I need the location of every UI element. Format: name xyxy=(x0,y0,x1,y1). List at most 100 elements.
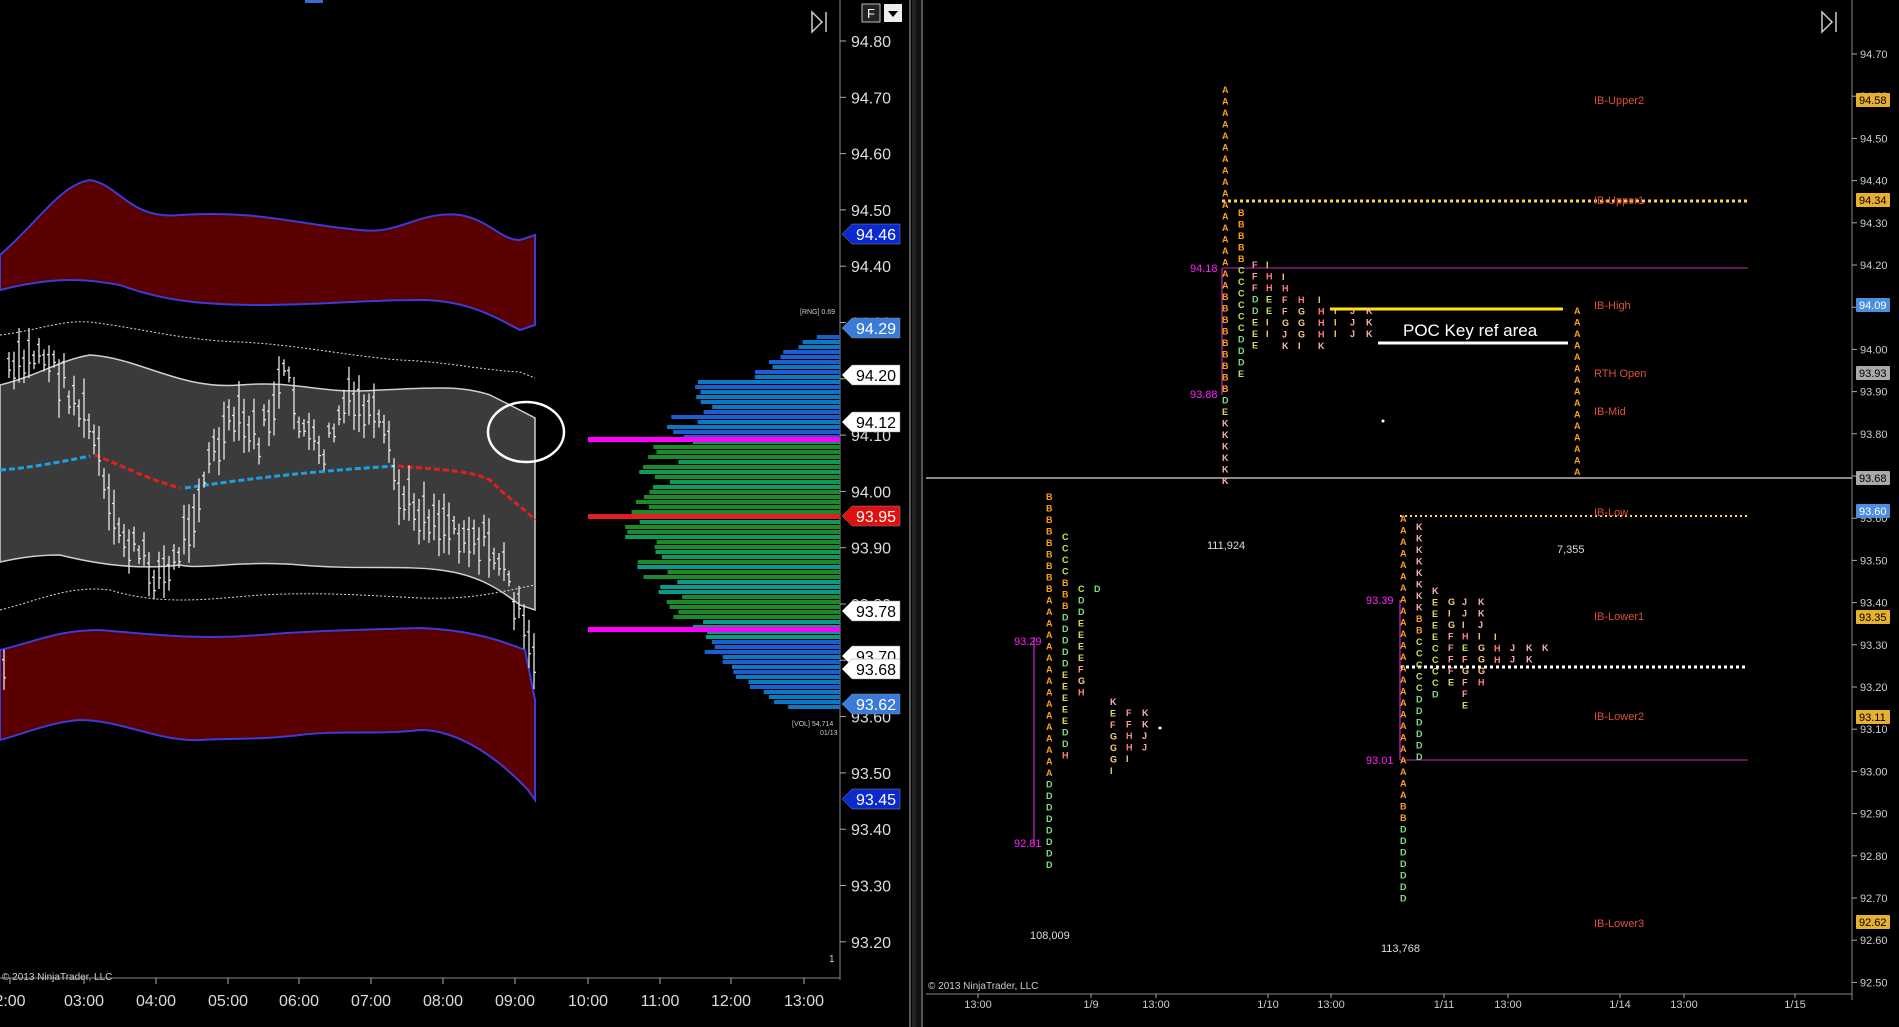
svg-text:F: F xyxy=(1126,708,1132,718)
svg-text:E: E xyxy=(1078,642,1084,652)
price-marker-label: 93.62 xyxy=(856,697,896,714)
svg-text:C: C xyxy=(1432,678,1439,688)
svg-text:H: H xyxy=(1318,330,1325,340)
svg-text:K: K xyxy=(1478,597,1485,607)
profile-volume-label: 7,355 xyxy=(1557,544,1585,556)
svg-text:K: K xyxy=(1478,609,1485,619)
svg-text:D: D xyxy=(1416,695,1423,705)
right-time-axis[interactable]: 13:00 1/9 13:00 1/10 13:00 1/11 13:00 1/14 13:00… xyxy=(964,994,1806,1011)
profile-price-label: 93.39 xyxy=(1366,595,1394,607)
svg-text:G: G xyxy=(1478,655,1485,665)
svg-text:E: E xyxy=(1062,682,1068,692)
svg-text:D: D xyxy=(1046,803,1053,813)
svg-text:D: D xyxy=(1062,739,1069,749)
time-tick-label: 13:00 xyxy=(1317,999,1345,1011)
svg-text:D: D xyxy=(1400,894,1407,904)
svg-text:E: E xyxy=(1078,619,1084,629)
price-tick-label: 94.00 xyxy=(851,484,891,501)
right-chart[interactable]: POC Key ref area AAAAAAAAAAAAAAAAAABBBBB… xyxy=(926,0,1890,1011)
svg-text:K: K xyxy=(1432,586,1439,596)
svg-text:A: A xyxy=(1400,733,1407,743)
time-tick-label: 13:00 xyxy=(1494,999,1522,1011)
svg-text:A: A xyxy=(1400,698,1407,708)
svg-text:E: E xyxy=(1252,329,1258,339)
svg-text:K: K xyxy=(1416,568,1423,578)
price-tick-label: 92.60 xyxy=(1860,935,1888,947)
svg-text:D: D xyxy=(1416,752,1423,762)
svg-text:C: C xyxy=(1416,637,1423,647)
svg-text:A: A xyxy=(1222,166,1229,176)
svg-text:H: H xyxy=(1478,678,1485,688)
svg-text:D: D xyxy=(1062,636,1069,646)
svg-text:J: J xyxy=(1510,655,1515,665)
ib-level-label: IB-Lower3 xyxy=(1594,918,1644,930)
svg-text:E: E xyxy=(1238,369,1244,379)
svg-text:C: C xyxy=(1238,300,1245,310)
svg-text:C: C xyxy=(1432,655,1439,665)
svg-text:H: H xyxy=(1062,751,1069,761)
svg-text:B: B xyxy=(1238,231,1245,241)
svg-text:A: A xyxy=(1400,629,1407,639)
svg-text:A: A xyxy=(1046,757,1053,767)
svg-text:D: D xyxy=(1238,346,1245,356)
svg-text:A: A xyxy=(1046,607,1053,617)
svg-text:A: A xyxy=(1400,652,1407,662)
svg-text:E: E xyxy=(1222,407,1228,417)
svg-text:H: H xyxy=(1078,688,1085,698)
time-tick-label: 03:00 xyxy=(64,993,104,1010)
svg-text:I: I xyxy=(1298,341,1301,351)
svg-text:A: A xyxy=(1574,433,1581,443)
svg-text:A: A xyxy=(1400,756,1407,766)
profile-volume-label: 108,009 xyxy=(1030,930,1070,942)
svg-text:H: H xyxy=(1298,295,1305,305)
price-marker-label: 93.93 xyxy=(1859,368,1887,380)
svg-text:A: A xyxy=(1222,189,1229,199)
svg-text:G: G xyxy=(1448,620,1455,630)
svg-text:A: A xyxy=(1574,398,1581,408)
price-marker-label: 93.60 xyxy=(1859,506,1887,518)
price-marker: 93.95 xyxy=(841,505,901,527)
range-label: [RNG] 0.69 xyxy=(800,309,835,316)
price-marker-label: 93.45 xyxy=(856,792,896,809)
svg-text:K: K xyxy=(1416,522,1423,532)
svg-text:A: A xyxy=(1400,560,1407,570)
svg-text:K: K xyxy=(1282,341,1289,351)
svg-text:B: B xyxy=(1222,350,1229,360)
svg-text:F: F xyxy=(1282,307,1288,317)
svg-text:A: A xyxy=(1222,258,1229,268)
time-tick-label: 1/9 xyxy=(1083,999,1098,1011)
svg-text:B: B xyxy=(1416,614,1423,624)
svg-text:A: A xyxy=(1222,281,1229,291)
right-scroll-end-icon[interactable] xyxy=(1821,10,1837,34)
price-marker: 93.62 xyxy=(841,693,901,715)
value-area-high-line xyxy=(588,437,840,442)
svg-text:D: D xyxy=(1062,659,1069,669)
svg-text:A: A xyxy=(1400,572,1407,582)
svg-text:D: D xyxy=(1046,849,1053,859)
svg-text:A: A xyxy=(1046,699,1053,709)
right-price-axis[interactable]: 94.7094.6094.5094.4094.3094.2094.1094.00… xyxy=(1852,49,1888,989)
price-marker-label: 92.62 xyxy=(1859,917,1887,929)
svg-text:C: C xyxy=(1062,567,1069,577)
svg-text:A: A xyxy=(1046,688,1053,698)
svg-text:F: F xyxy=(1448,666,1454,676)
svg-text:A: A xyxy=(1574,387,1581,397)
svg-text:A: A xyxy=(1400,618,1407,628)
svg-text:K: K xyxy=(1110,697,1117,707)
svg-text:B: B xyxy=(1222,292,1229,302)
svg-text:A: A xyxy=(1400,710,1407,720)
svg-text:J: J xyxy=(1478,620,1483,630)
svg-text:D: D xyxy=(1094,584,1101,594)
trading-chart-window: [RNG] 0.69 [VOL] 54,714 01/13 1 © 2013 N… xyxy=(0,0,1890,1027)
svg-text:K: K xyxy=(1416,545,1423,555)
chevron-down-icon[interactable] xyxy=(884,4,902,22)
svg-text:D: D xyxy=(1062,613,1069,623)
svg-text:G: G xyxy=(1448,597,1455,607)
svg-text:A: A xyxy=(1400,744,1407,754)
svg-text:A: A xyxy=(1400,537,1407,547)
svg-text:A: A xyxy=(1400,595,1407,605)
price-tick-label: 94.50 xyxy=(851,203,891,220)
svg-text:C: C xyxy=(1416,649,1423,659)
format-button[interactable]: F xyxy=(861,3,881,23)
svg-text:A: A xyxy=(1222,223,1229,233)
